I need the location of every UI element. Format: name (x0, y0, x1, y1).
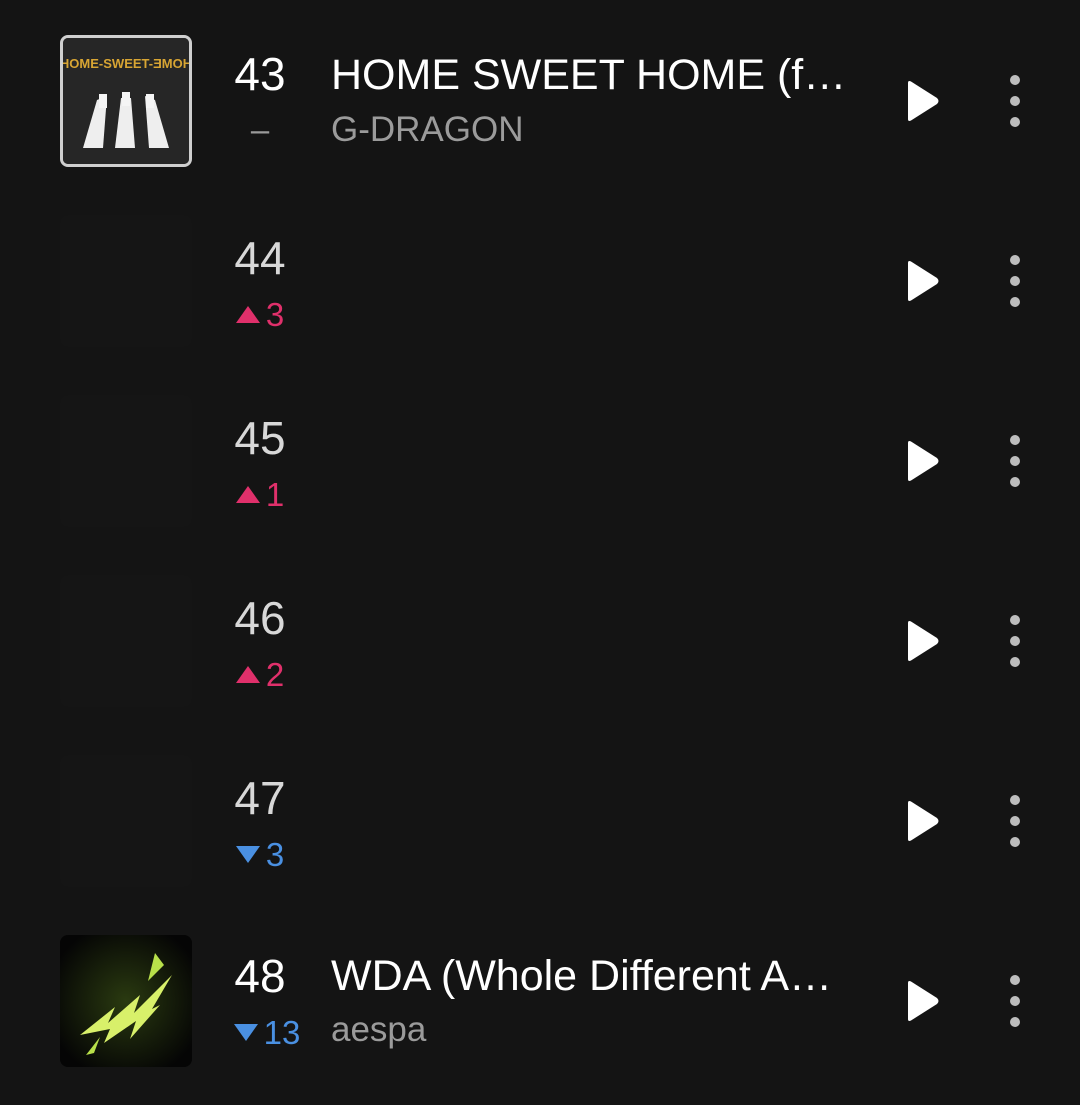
play-icon (908, 981, 939, 1021)
rank-change-value: 2 (265, 656, 285, 693)
more-vertical-icon-dot (1010, 75, 1020, 85)
rank-number: 48 (234, 950, 286, 1002)
rank-change-value: – (250, 111, 270, 148)
album-art[interactable] (60, 575, 192, 707)
more-vertical-icon-dot (1010, 636, 1020, 646)
album-art[interactable] (60, 935, 192, 1067)
more-options-button[interactable] (995, 75, 1035, 127)
more-vertical-icon-dot (1010, 795, 1020, 805)
more-vertical-icon-dot (1010, 297, 1020, 307)
play-button[interactable] (895, 618, 949, 664)
play-icon (908, 621, 939, 661)
rank-number: 47 (234, 772, 286, 824)
album-art-image (60, 935, 192, 1067)
more-vertical-icon-dot (1010, 117, 1020, 127)
triangle-up-icon (235, 485, 260, 503)
chart-row[interactable]: 45 1 (0, 360, 1080, 540)
rank-number: 44 (234, 232, 286, 284)
more-vertical-icon-dot (1010, 615, 1020, 625)
more-options-button[interactable] (995, 615, 1035, 667)
rank-change-value: 1 (265, 476, 285, 513)
more-vertical-icon-dot (1010, 477, 1020, 487)
rank-change: 1 (210, 475, 310, 515)
play-button[interactable] (895, 438, 949, 484)
more-vertical-icon-dot (1010, 276, 1020, 286)
triangle-up-icon (235, 665, 260, 683)
more-vertical-icon-dot (1010, 975, 1020, 985)
more-vertical-icon-dot (1010, 996, 1020, 1006)
more-vertical-icon-dot (1010, 96, 1020, 106)
album-art[interactable] (60, 395, 192, 527)
rank-change: 13 (222, 1013, 312, 1053)
play-button[interactable] (895, 798, 949, 844)
more-options-button[interactable] (995, 255, 1035, 307)
chart-row[interactable]: 47 3 (0, 720, 1080, 900)
play-button[interactable] (895, 78, 949, 124)
more-vertical-icon-dot (1010, 657, 1020, 667)
chart-row[interactable]: HOME-SWEET-ƎMOH 43 – HOME SWEET HOME (f…… (0, 0, 1080, 180)
artist-name[interactable]: G-DRAGON (331, 108, 524, 152)
chart-row[interactable]: 44 3 (0, 180, 1080, 360)
rank-change: 3 (210, 835, 310, 875)
more-vertical-icon-dot (1010, 456, 1020, 466)
triangle-up-icon (235, 305, 260, 323)
artist-name[interactable]: aespa (331, 1008, 426, 1052)
rank-change: 3 (210, 295, 310, 335)
album-art[interactable] (60, 215, 192, 347)
more-options-button[interactable] (995, 795, 1035, 847)
triangle-down-icon (233, 1023, 258, 1041)
more-vertical-icon-dot (1010, 255, 1020, 265)
play-icon (908, 801, 939, 841)
more-vertical-icon-dot (1010, 1017, 1020, 1027)
rank-number: 46 (234, 592, 286, 644)
album-art-logo-text: HOME-SWEET-ƎMOH (63, 56, 189, 71)
play-icon (908, 81, 939, 121)
rank-change: 2 (210, 655, 310, 695)
rank-change-value: 3 (265, 296, 285, 333)
album-art[interactable]: HOME-SWEET-ƎMOH (60, 35, 192, 167)
more-options-button[interactable] (995, 435, 1035, 487)
play-icon (908, 261, 939, 301)
chart-list: HOME-SWEET-ƎMOH 43 – HOME SWEET HOME (f…… (0, 0, 1080, 1105)
play-button[interactable] (895, 258, 949, 304)
rank-number: 45 (234, 412, 286, 464)
chart-row[interactable]: 46 2 (0, 540, 1080, 720)
more-options-button[interactable] (995, 975, 1035, 1027)
rank-change-value: 13 (263, 1014, 301, 1051)
play-icon (908, 441, 939, 481)
album-art-image: HOME-SWEET-ƎMOH (63, 38, 189, 164)
song-title[interactable]: HOME SWEET HOME (f… (331, 48, 851, 102)
more-vertical-icon-dot (1010, 435, 1020, 445)
triangle-down-icon (235, 845, 260, 863)
rank-change: – (210, 110, 310, 150)
more-vertical-icon-dot (1010, 837, 1020, 847)
album-art[interactable] (60, 755, 192, 887)
song-title[interactable]: WDA (Whole Different A… (331, 949, 851, 1003)
rank-number: 43 (234, 48, 286, 100)
more-vertical-icon-dot (1010, 816, 1020, 826)
play-button[interactable] (895, 978, 949, 1024)
chart-row[interactable]: 48 13 WDA (Whole Different A… aespa (0, 900, 1080, 1080)
rank-change-value: 3 (265, 836, 285, 873)
